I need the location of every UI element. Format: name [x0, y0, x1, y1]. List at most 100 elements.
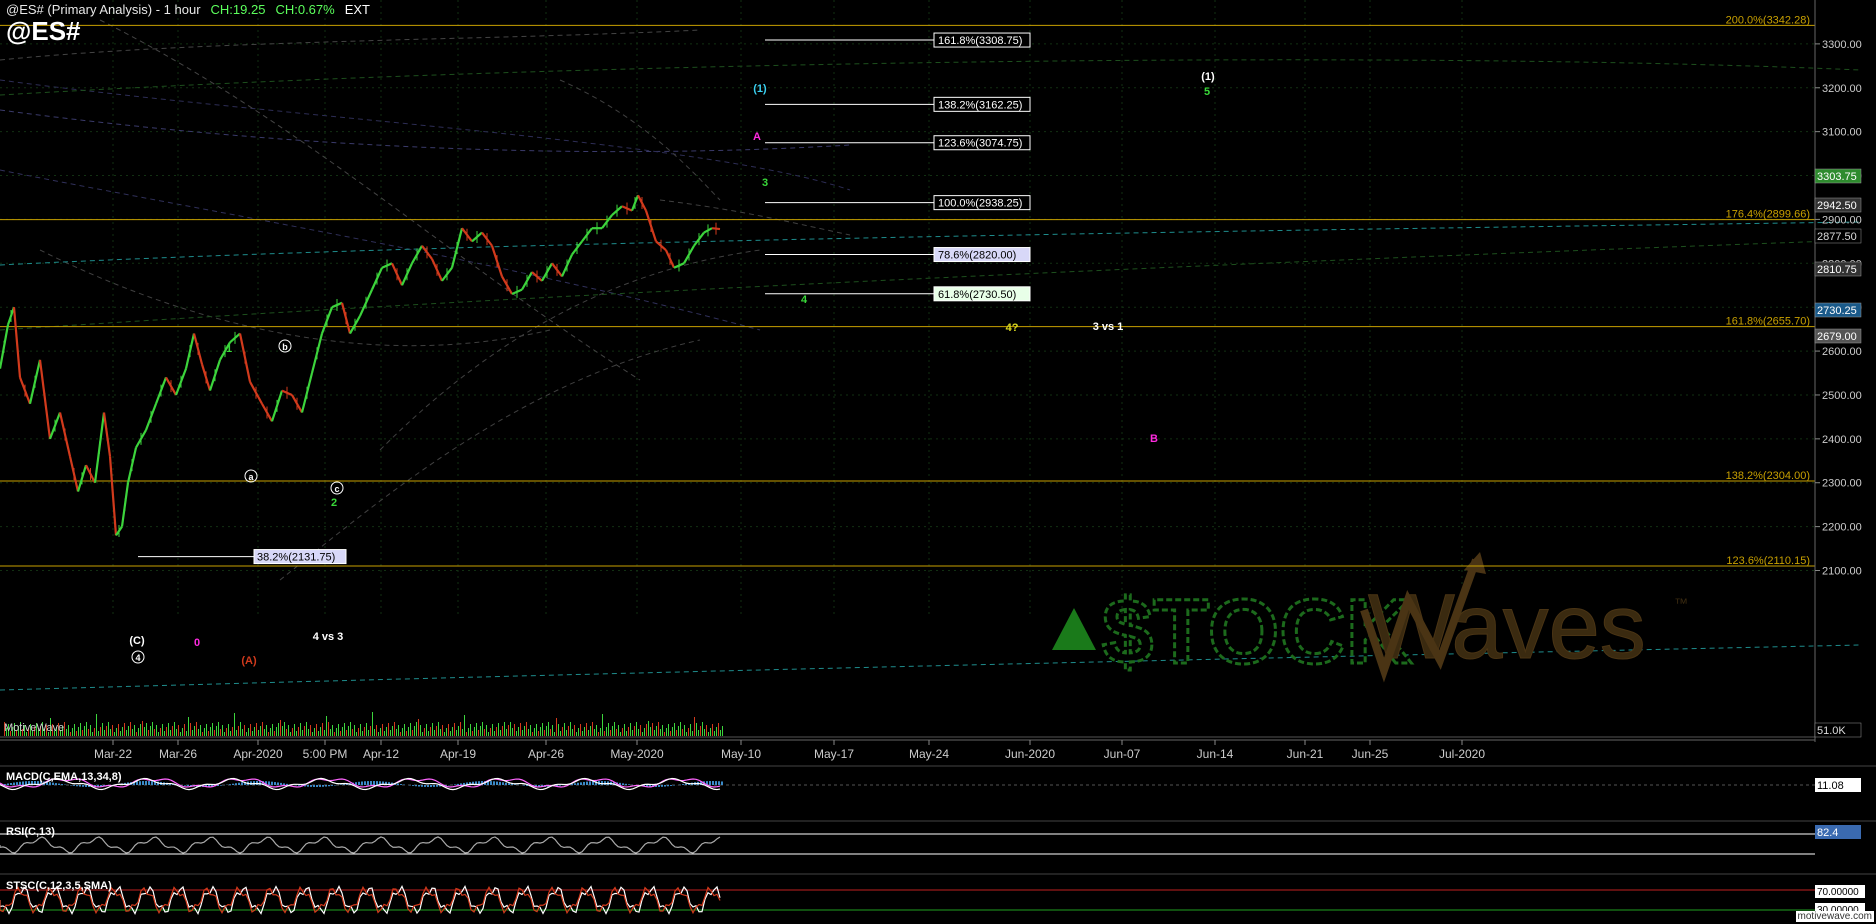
volume-bar: [362, 731, 363, 736]
time-tick-label: Jun-21: [1287, 747, 1324, 761]
volume-bar: [498, 723, 499, 736]
macd-histogram-bar: [682, 784, 684, 785]
macd-histogram-bar: [82, 785, 84, 787]
volume-bar: [184, 724, 185, 736]
volume-bar: [452, 727, 453, 736]
macd-histogram-bar: [412, 785, 414, 786]
volume-bar: [718, 723, 719, 736]
volume-bar: [100, 727, 101, 736]
volume-bar: [690, 724, 691, 736]
fib-target-box[interactable]: 78.6%(2820.00): [933, 247, 1031, 263]
time-tick-label: Apr-26: [528, 747, 564, 761]
change-value: CH:19.25: [210, 2, 266, 17]
macd-histogram-bar: [523, 785, 525, 786]
volume-bar: [242, 729, 243, 736]
macd-histogram-bar: [505, 782, 507, 785]
volume-bar: [496, 727, 497, 736]
fib-target-label: 100.0%(2938.25): [938, 198, 1022, 210]
macd-histogram-bar: [583, 781, 585, 785]
volume-bar: [378, 732, 379, 736]
macd-histogram-bar: [367, 781, 369, 785]
volume-bar: [392, 726, 393, 736]
volume-bar: [128, 726, 129, 736]
time-tick-label: May-24: [909, 747, 949, 761]
volume-bar: [328, 722, 329, 736]
volume-bar: [502, 726, 503, 736]
macd-histogram-bar: [241, 782, 243, 785]
volume-bar: [490, 728, 491, 736]
volume-bar: [278, 723, 279, 736]
fib-level-label: 138.2%(2304.00): [1726, 470, 1810, 482]
macd-histogram-bar: [433, 785, 435, 787]
fib-target-box[interactable]: 161.8%(3308.75): [933, 32, 1031, 48]
volume-bar: [532, 732, 533, 736]
time-tick-label: Jun-2020: [1005, 747, 1055, 761]
volume-bar: [716, 727, 717, 736]
volume-bar: [304, 726, 305, 736]
volume-bar: [508, 725, 509, 736]
fib-target-box[interactable]: 138.2%(3162.25): [933, 96, 1031, 112]
volume-bar: [572, 729, 573, 736]
volume-bar: [210, 727, 211, 736]
volume-bar: [238, 726, 239, 736]
volume-bar: [526, 722, 527, 736]
wave-label: 0: [194, 637, 200, 649]
volume-bar: [434, 730, 435, 736]
volume-bar: [704, 729, 705, 736]
macd-histogram-bar: [361, 781, 363, 785]
fib-target-label: 123.6%(3074.75): [938, 138, 1022, 150]
volume-bar: [340, 731, 341, 736]
volume-bar: [430, 727, 431, 736]
volume-bar: [270, 728, 271, 736]
volume-bar: [640, 725, 641, 736]
price-tick-label: 3100.00: [1822, 127, 1862, 139]
chart-canvas[interactable]: $TOCKWaves ™ 200.0%(3342.28) 176.4%(2899.6…: [0, 0, 1876, 924]
macd-histogram-bar: [424, 785, 426, 787]
volume-bar: [164, 731, 165, 736]
fib-target-box[interactable]: 100.0%(2938.25): [933, 195, 1031, 211]
volume-bar: [282, 726, 283, 736]
macd-histogram-bar: [586, 781, 588, 785]
volume-bar: [428, 731, 429, 736]
volume-bar: [444, 732, 445, 736]
volume-bar: [474, 727, 475, 736]
volume-bar: [520, 723, 521, 736]
macd-histogram-bar: [148, 781, 150, 785]
macd-histogram-bar: [298, 785, 300, 786]
symbol-label: @ES#: [6, 16, 81, 46]
macd-histogram-bar: [712, 781, 714, 785]
price-tick-label: 3200.00: [1822, 83, 1862, 95]
volume-bar: [404, 724, 405, 736]
chart-title: @ES# (Primary Analysis) - 1 hour: [6, 2, 201, 17]
macd-histogram-bar: [400, 784, 402, 785]
macd-histogram-bar: [454, 784, 456, 785]
macd-histogram-bar: [661, 785, 663, 787]
macd-histogram-bar: [271, 781, 273, 785]
volume-bar: [414, 726, 415, 736]
volume-bar: [714, 731, 715, 736]
volume-bar: [354, 725, 355, 736]
volume-bar: [446, 728, 447, 736]
volume-bar: [608, 723, 609, 736]
volume-bar: [648, 721, 649, 736]
volume-bar: [574, 725, 575, 736]
site-footer: motivewave.com: [1795, 911, 1874, 922]
macd-histogram-bar: [139, 781, 141, 785]
volume-bar: [664, 732, 665, 736]
price-tag-label: 2679.00: [1817, 331, 1857, 343]
macd-histogram-bar: [322, 785, 324, 787]
volume-bar: [152, 722, 153, 736]
macd-histogram-bar: [7, 783, 9, 785]
fib-target-box[interactable]: 61.8%(2730.50): [933, 286, 1031, 302]
volume-bar: [538, 731, 539, 736]
fib-target-box[interactable]: 123.6%(3074.75): [933, 135, 1031, 151]
macd-histogram-bar: [145, 781, 147, 785]
volume-bar: [214, 730, 215, 736]
macd-histogram-bar: [151, 781, 153, 785]
volume-bar: [666, 728, 667, 736]
volume-bar: [400, 732, 401, 736]
volume-bar: [722, 726, 723, 736]
volume-bar: [82, 730, 83, 736]
volume-bar: [92, 732, 93, 736]
volume-bar: [80, 723, 81, 736]
